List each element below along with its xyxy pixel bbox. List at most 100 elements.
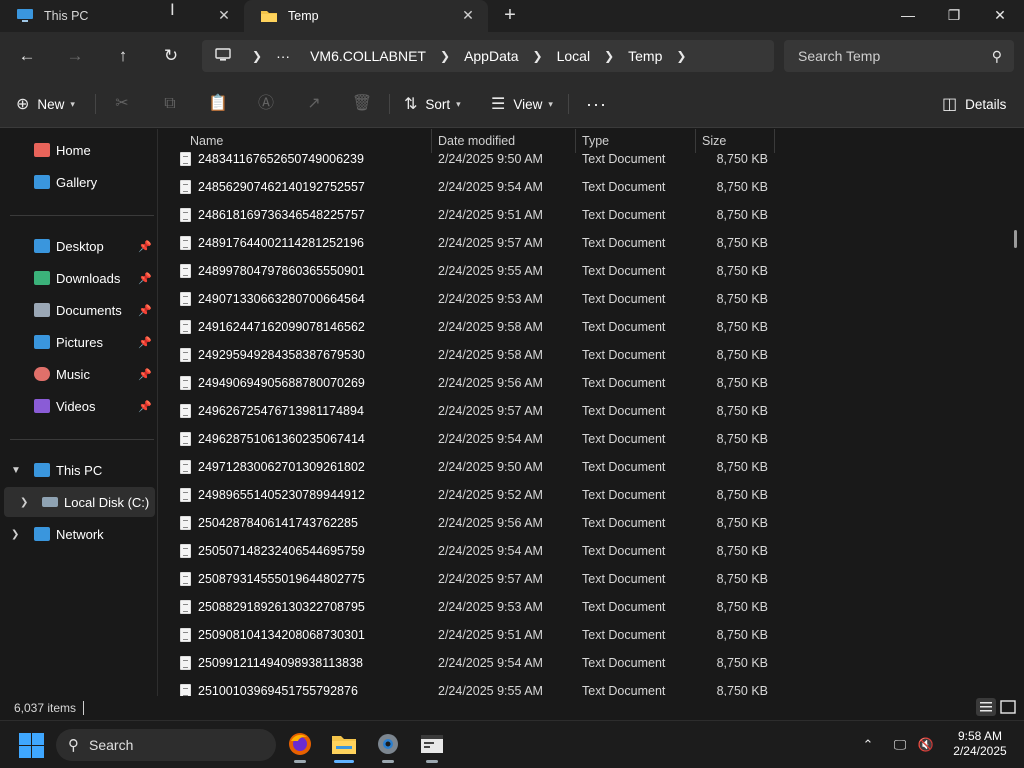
file-row[interactable]: 2497128300627013092618​02 2/24/2025 9:50 …	[159, 453, 1024, 481]
sidebar-item-label: Videos	[56, 398, 96, 414]
sidebar-item-this-pc[interactable]: ▼ This PC	[0, 455, 156, 485]
tab-this-pc[interactable]: This PC ✕	[0, 0, 244, 32]
file-row[interactable]: 2510010396945175579287​6 2/24/2025 9:55 A…	[159, 677, 1024, 696]
sidebar-item-music[interactable]: Music 📌	[0, 359, 156, 389]
pin-icon[interactable]: 📌	[138, 272, 152, 285]
file-row[interactable]: 2494906949056887800702​69 2/24/2025 9:56 …	[159, 369, 1024, 397]
sidebar-item-home[interactable]: Home	[0, 135, 156, 165]
file-row[interactable]: 2496267254767139811748​94 2/24/2025 9:57 …	[159, 397, 1024, 425]
file-size: 8,750 KB	[716, 684, 768, 696]
up-button[interactable]: ↑	[109, 42, 137, 70]
sidebar-item-documents[interactable]: Documents 📌	[0, 295, 156, 325]
file-row[interactable]: 2508829189261303227087​95 2/24/2025 9:53 …	[159, 593, 1024, 621]
chevron-right-icon[interactable]: ❯	[20, 497, 28, 508]
breadcrumb-vm6-collabnet[interactable]: VM6.COLLABNET	[310, 48, 426, 64]
file-row[interactable]: 2496287510613602350674​14 2/24/2025 9:54 …	[159, 425, 1024, 453]
details-view-button[interactable]	[976, 698, 996, 716]
file-row[interactable]: 2489176440021142812521​96 2/24/2025 9:57 …	[159, 229, 1024, 257]
share-icon[interactable]: ↗	[303, 93, 325, 115]
file-row[interactable]: 2491624471620990781465​62 2/24/2025 9:58 …	[159, 313, 1024, 341]
sidebar-item-downloads[interactable]: Downloads 📌	[0, 263, 156, 293]
file-row[interactable]: 2504287840614174376228​5 2/24/2025 9:56 A…	[159, 509, 1024, 537]
cut-icon[interactable]: ✂	[111, 93, 133, 115]
pin-icon[interactable]: 📌	[138, 400, 152, 413]
file-size: 8,750 KB	[716, 320, 768, 334]
chevron-right-icon: ❯	[604, 49, 615, 63]
file-date: 2/24/2025 9:58 AM	[438, 320, 543, 334]
scrollbar[interactable]	[1014, 230, 1017, 248]
file-row[interactable]: 2505071482324065446957​59 2/24/2025 9:54 …	[159, 537, 1024, 565]
breadcrumb-appdata[interactable]: AppData	[464, 48, 518, 64]
sidebar-item-local-disk[interactable]: ❯ Local Disk (C:)	[4, 487, 155, 517]
file-row[interactable]: 2490713306632807006645​64 2/24/2025 9:53 …	[159, 285, 1024, 313]
search-input[interactable]: Search Temp ⚲	[784, 40, 1014, 72]
close-tab-icon[interactable]: ✕	[460, 7, 476, 23]
delete-icon[interactable]: 🗑	[351, 93, 373, 115]
file-row[interactable]: 2489978047978603655509​01 2/24/2025 9:55 …	[159, 257, 1024, 285]
file-explorer-icon[interactable]	[326, 729, 362, 763]
sidebar-item-videos[interactable]: Videos 📌	[0, 391, 156, 421]
breadcrumb-overflow[interactable]: ···	[276, 48, 290, 64]
sidebar-item-pictures[interactable]: Pictures 📌	[0, 327, 156, 357]
chevron-down-icon: ▾	[548, 98, 553, 109]
sidebar-item-gallery[interactable]: Gallery	[0, 167, 156, 197]
chevron-right-icon[interactable]: ❯	[676, 49, 686, 63]
pin-icon[interactable]: 📌	[138, 336, 152, 349]
volume-muted-icon[interactable]: 🔇	[916, 735, 936, 755]
more-options-button[interactable]: ···	[586, 92, 607, 116]
file-date: 2/24/2025 9:55 AM	[438, 684, 543, 696]
chevron-up-icon[interactable]: ⌃	[858, 735, 878, 755]
file-size: 8,750 KB	[716, 516, 768, 530]
file-row[interactable]: 2509081041342080687303​01 2/24/2025 9:51 …	[159, 621, 1024, 649]
file-row[interactable]: 2486181697363465482257​57 2/24/2025 9:51 …	[159, 201, 1024, 229]
breadcrumb-temp[interactable]: Temp	[628, 48, 662, 64]
rename-icon[interactable]: Ⓐ	[255, 93, 277, 115]
text-file-icon	[180, 180, 191, 194]
large-icons-view-button[interactable]	[998, 698, 1018, 716]
file-row[interactable]: 2508793145550196448027​75 2/24/2025 9:57 …	[159, 565, 1024, 593]
new-tab-button[interactable]: +	[498, 4, 522, 28]
sidebar-item-desktop[interactable]: Desktop 📌	[0, 231, 156, 261]
address-bar[interactable]: ❯ ··· VM6.COLLABNET ❯ AppData ❯ Local ❯ …	[202, 40, 774, 72]
minimize-button[interactable]: —	[885, 0, 931, 32]
forward-button[interactable]: →	[61, 42, 89, 70]
pin-icon[interactable]: 📌	[138, 368, 152, 381]
view-button[interactable]: ☰ View ▾	[491, 92, 553, 116]
sort-button[interactable]: ⇅ Sort ▾	[404, 92, 461, 116]
maximize-button[interactable]: ❐	[931, 0, 977, 32]
network-status-icon[interactable]: 🖵	[890, 735, 910, 755]
details-button[interactable]: ◫ Details	[942, 92, 1006, 116]
close-window-button[interactable]: ✕	[977, 0, 1023, 32]
terminal-window-icon[interactable]	[414, 729, 450, 763]
windows-start-icon[interactable]	[19, 733, 45, 759]
sidebar-item-label: Desktop	[56, 238, 104, 254]
file-type: Text Document	[582, 628, 666, 642]
file-row[interactable]: 2485629074621401927525​57 2/24/2025 9:54 …	[159, 173, 1024, 201]
file-row[interactable]: 2509912114940989381138​38 2/24/2025 9:54 …	[159, 649, 1024, 677]
firefox-icon[interactable]	[282, 729, 318, 763]
title-bar: This PC ✕ Temp ✕ + — ❐ ✕	[0, 0, 1024, 32]
settings-icon[interactable]	[370, 729, 406, 763]
chevron-down-icon[interactable]: ▼	[11, 465, 21, 476]
taskbar-search[interactable]: ⚲ Search	[56, 729, 276, 761]
copy-icon[interactable]: ⧉	[159, 93, 181, 115]
pin-icon[interactable]: 📌	[138, 304, 152, 317]
system-clock[interactable]: 9:58 AM 2/24/2025	[950, 729, 1010, 759]
text-file-icon	[180, 516, 191, 530]
file-row[interactable]: 2498965514052307899449​12 2/24/2025 9:52 …	[159, 481, 1024, 509]
tab-temp[interactable]: Temp ✕	[244, 0, 488, 32]
file-row[interactable]: 2492959492843583876795​30 2/24/2025 9:58 …	[159, 341, 1024, 369]
sidebar-item-network[interactable]: ❯ Network	[0, 519, 156, 549]
paste-icon[interactable]: 📋	[207, 93, 229, 115]
breadcrumb-local[interactable]: Local	[557, 48, 590, 64]
back-button[interactable]: ←	[13, 42, 41, 70]
close-tab-icon[interactable]: ✕	[216, 7, 232, 23]
running-indicator	[426, 760, 438, 763]
file-name: 2486181697363465482257​57	[198, 208, 365, 222]
chevron-right-icon[interactable]: ❯	[11, 529, 19, 540]
new-button[interactable]: ⊕ New ▾	[16, 92, 75, 116]
running-indicator	[334, 760, 354, 763]
refresh-button[interactable]: ↻	[157, 42, 185, 70]
pin-icon[interactable]: 📌	[138, 240, 152, 253]
file-row[interactable]: 2483411676526507490062​39 2/24/2025 9:50 …	[159, 145, 1024, 173]
